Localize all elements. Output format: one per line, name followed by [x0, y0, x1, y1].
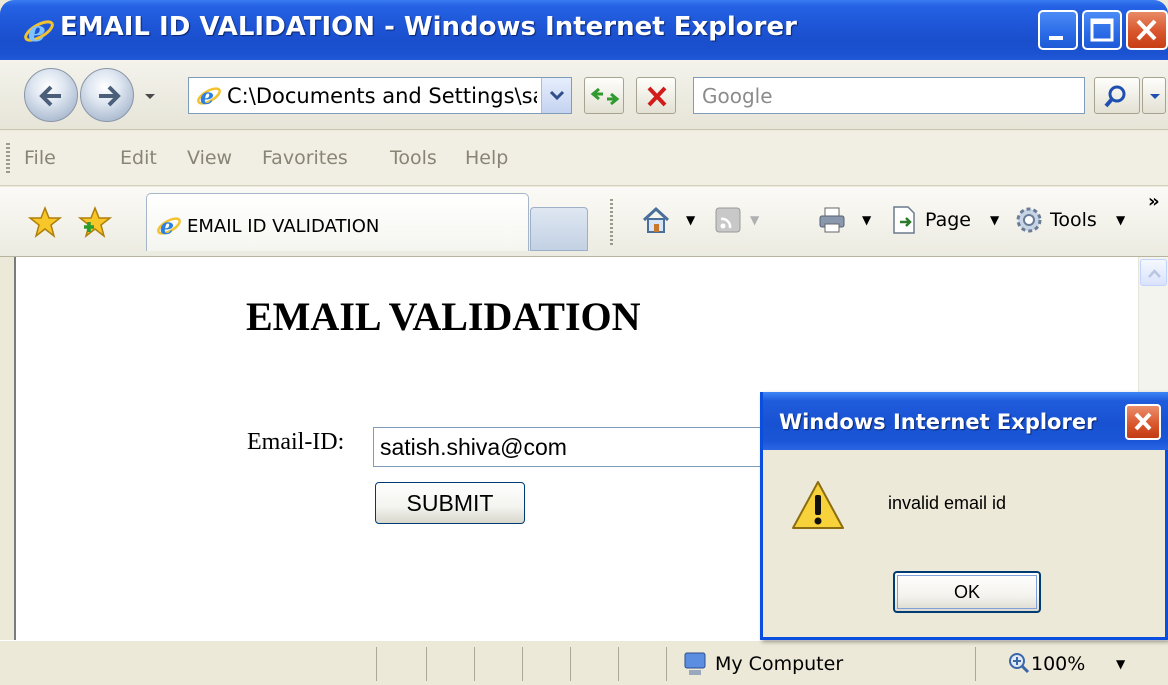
- search-input[interactable]: [702, 82, 1072, 110]
- dialog-title-bar[interactable]: Windows Internet Explorer: [763, 392, 1168, 450]
- address-toolbar: e C:\Documents and Settings\sati:: [0, 60, 1168, 130]
- menu-help[interactable]: Help: [465, 147, 508, 169]
- status-divider: [474, 647, 475, 681]
- status-divider: [666, 647, 667, 681]
- email-input[interactable]: [373, 427, 793, 467]
- chevron-up-icon: [1148, 269, 1161, 278]
- new-tab-button[interactable]: [530, 207, 588, 251]
- zoom-icon[interactable]: [1008, 652, 1030, 674]
- status-divider: [522, 647, 523, 681]
- chevron-down-icon: [1150, 94, 1160, 99]
- zoom-dropdown-icon[interactable]: ▼: [1116, 657, 1125, 671]
- feeds-icon[interactable]: [712, 204, 744, 236]
- dialog-close-button[interactable]: [1125, 404, 1161, 440]
- minimize-button[interactable]: [1038, 10, 1078, 50]
- recent-pages-dropdown-icon[interactable]: [142, 88, 158, 104]
- page-menu-icon[interactable]: [888, 204, 920, 236]
- menu-tools[interactable]: Tools: [390, 147, 437, 169]
- home-dropdown-icon[interactable]: ▼: [686, 213, 695, 227]
- back-button[interactable]: [24, 68, 78, 122]
- close-icon: [1136, 19, 1157, 41]
- home-icon[interactable]: [640, 204, 672, 236]
- feeds-dropdown-icon: ▼: [750, 213, 760, 227]
- toolbar-grip[interactable]: [6, 143, 10, 175]
- search-icon: [1104, 85, 1126, 108]
- window-title-bar[interactable]: e EMAIL ID VALIDATION - Windows Internet…: [0, 0, 1168, 60]
- search-options-button[interactable]: [1142, 77, 1166, 114]
- svg-text:e: e: [28, 15, 46, 48]
- minimize-icon: [1049, 36, 1063, 40]
- computer-zone-icon: [684, 652, 706, 675]
- back-arrow-icon: [39, 85, 61, 107]
- menu-view[interactable]: View: [187, 147, 232, 169]
- add-favorite-icon[interactable]: [78, 205, 112, 239]
- page-icon: e: [197, 84, 221, 110]
- status-divider: [975, 647, 976, 681]
- toolbar-overflow-chevron[interactable]: »: [1148, 191, 1160, 212]
- favorites-star-icon[interactable]: [28, 205, 62, 239]
- search-box[interactable]: [693, 77, 1085, 114]
- dialog-ok-button[interactable]: OK: [893, 571, 1041, 613]
- tools-gear-icon[interactable]: [1013, 204, 1045, 236]
- print-dropdown-icon[interactable]: ▼: [862, 213, 871, 227]
- submit-button[interactable]: SUBMIT: [375, 482, 525, 524]
- stop-icon: [647, 86, 667, 107]
- security-zone-label: My Computer: [715, 653, 844, 675]
- close-button[interactable]: [1126, 10, 1168, 50]
- status-divider: [426, 647, 427, 681]
- forward-arrow-icon: [99, 85, 121, 107]
- status-divider: [618, 647, 619, 681]
- close-icon: [1134, 412, 1152, 431]
- status-divider: [376, 647, 377, 681]
- status-divider: [570, 647, 571, 681]
- maximize-icon: [1090, 18, 1114, 42]
- email-label: Email-ID:: [247, 429, 345, 455]
- tab-label: EMAIL ID VALIDATION: [187, 216, 380, 237]
- search-button[interactable]: [1094, 77, 1140, 114]
- refresh-icon: [590, 87, 620, 106]
- address-dropdown-button[interactable]: [541, 78, 571, 113]
- menu-favorites[interactable]: Favorites: [262, 147, 348, 169]
- tools-menu-label[interactable]: Tools: [1050, 209, 1097, 231]
- svg-text:e: e: [160, 214, 174, 240]
- scroll-up-button[interactable]: [1140, 259, 1167, 286]
- page-heading: EMAIL VALIDATION: [246, 294, 641, 339]
- warning-icon: [792, 481, 844, 529]
- menu-edit[interactable]: Edit: [120, 147, 157, 169]
- chevron-down-icon: [549, 90, 565, 101]
- dialog-message: invalid email id: [888, 493, 1007, 513]
- window-title: EMAIL ID VALIDATION - Windows Internet E…: [60, 12, 797, 42]
- page-dropdown-icon[interactable]: ▼: [990, 213, 999, 227]
- internet-explorer-icon: e: [24, 15, 54, 48]
- stop-button[interactable]: [636, 77, 676, 114]
- dialog-title: Windows Internet Explorer: [779, 410, 1097, 434]
- tab-email-id-validation[interactable]: e EMAIL ID VALIDATION: [146, 193, 529, 251]
- tab-toolbar: e EMAIL ID VALIDATION ▼ ▼ ▼ Page ▼ Tools…: [0, 187, 1168, 257]
- menu-bar: File Edit View Favorites Tools Help: [0, 131, 1168, 186]
- address-bar[interactable]: e C:\Documents and Settings\sati:: [188, 77, 572, 114]
- address-url: C:\Documents and Settings\sati:: [227, 84, 537, 108]
- zoom-level[interactable]: 100%: [1031, 653, 1085, 675]
- tools-dropdown-icon[interactable]: ▼: [1116, 213, 1125, 227]
- page-menu-label[interactable]: Page: [925, 209, 971, 231]
- toolbar-separator: [610, 199, 613, 245]
- page-icon: e: [157, 214, 181, 240]
- refresh-button[interactable]: [584, 77, 624, 114]
- forward-button[interactable]: [80, 68, 134, 122]
- menu-file[interactable]: File: [24, 147, 56, 169]
- svg-text:e: e: [200, 84, 214, 110]
- status-bar: My Computer 100% ▼: [0, 640, 1168, 685]
- maximize-button[interactable]: [1082, 10, 1122, 50]
- print-icon[interactable]: [816, 204, 848, 236]
